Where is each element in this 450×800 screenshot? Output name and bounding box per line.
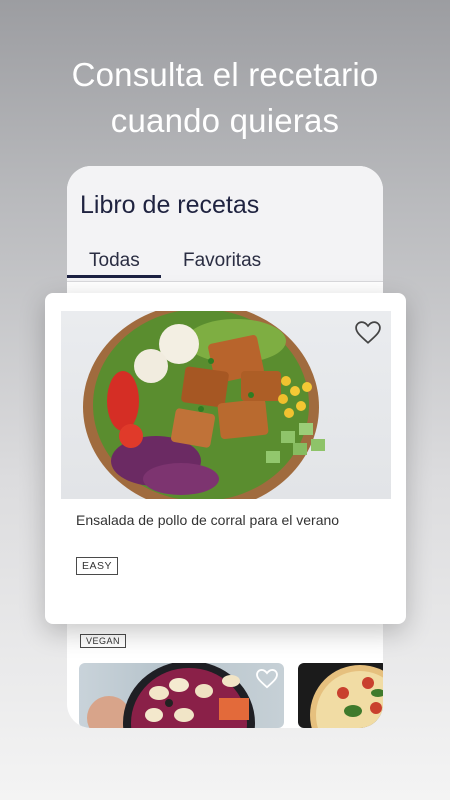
tab-favoritas[interactable]: Favoritas bbox=[183, 250, 261, 272]
headline-line-2: cuando quieras bbox=[110, 102, 340, 139]
pizza-image bbox=[310, 665, 383, 728]
heart-outline-icon[interactable] bbox=[256, 669, 278, 689]
app-header: Libro de recetas Todas Favoritas bbox=[67, 166, 383, 282]
recipe-image bbox=[61, 311, 391, 499]
heart-outline-icon[interactable] bbox=[355, 321, 381, 345]
vegan-badge: VEGAN bbox=[80, 634, 127, 648]
difficulty-badge: EASY bbox=[76, 557, 119, 575]
tab-todas[interactable]: Todas bbox=[89, 250, 140, 272]
chicken-salad-bowl-image bbox=[83, 311, 325, 499]
recipe-title: Ensalada de pollo de corral para el vera… bbox=[76, 512, 340, 528]
fruit-bowl-image bbox=[87, 663, 255, 728]
promo-headline: Consulta el recetario cuando quieras bbox=[0, 52, 450, 144]
recipe-thumbnail[interactable] bbox=[79, 663, 284, 728]
featured-recipe-card[interactable]: Ensalada de pollo de corral para el vera… bbox=[45, 293, 406, 624]
headline-line-1: Consulta el recetario bbox=[71, 56, 379, 93]
recipe-thumbnail[interactable] bbox=[298, 663, 383, 728]
page-title: Libro de recetas bbox=[80, 191, 260, 219]
active-tab-indicator bbox=[67, 275, 161, 278]
